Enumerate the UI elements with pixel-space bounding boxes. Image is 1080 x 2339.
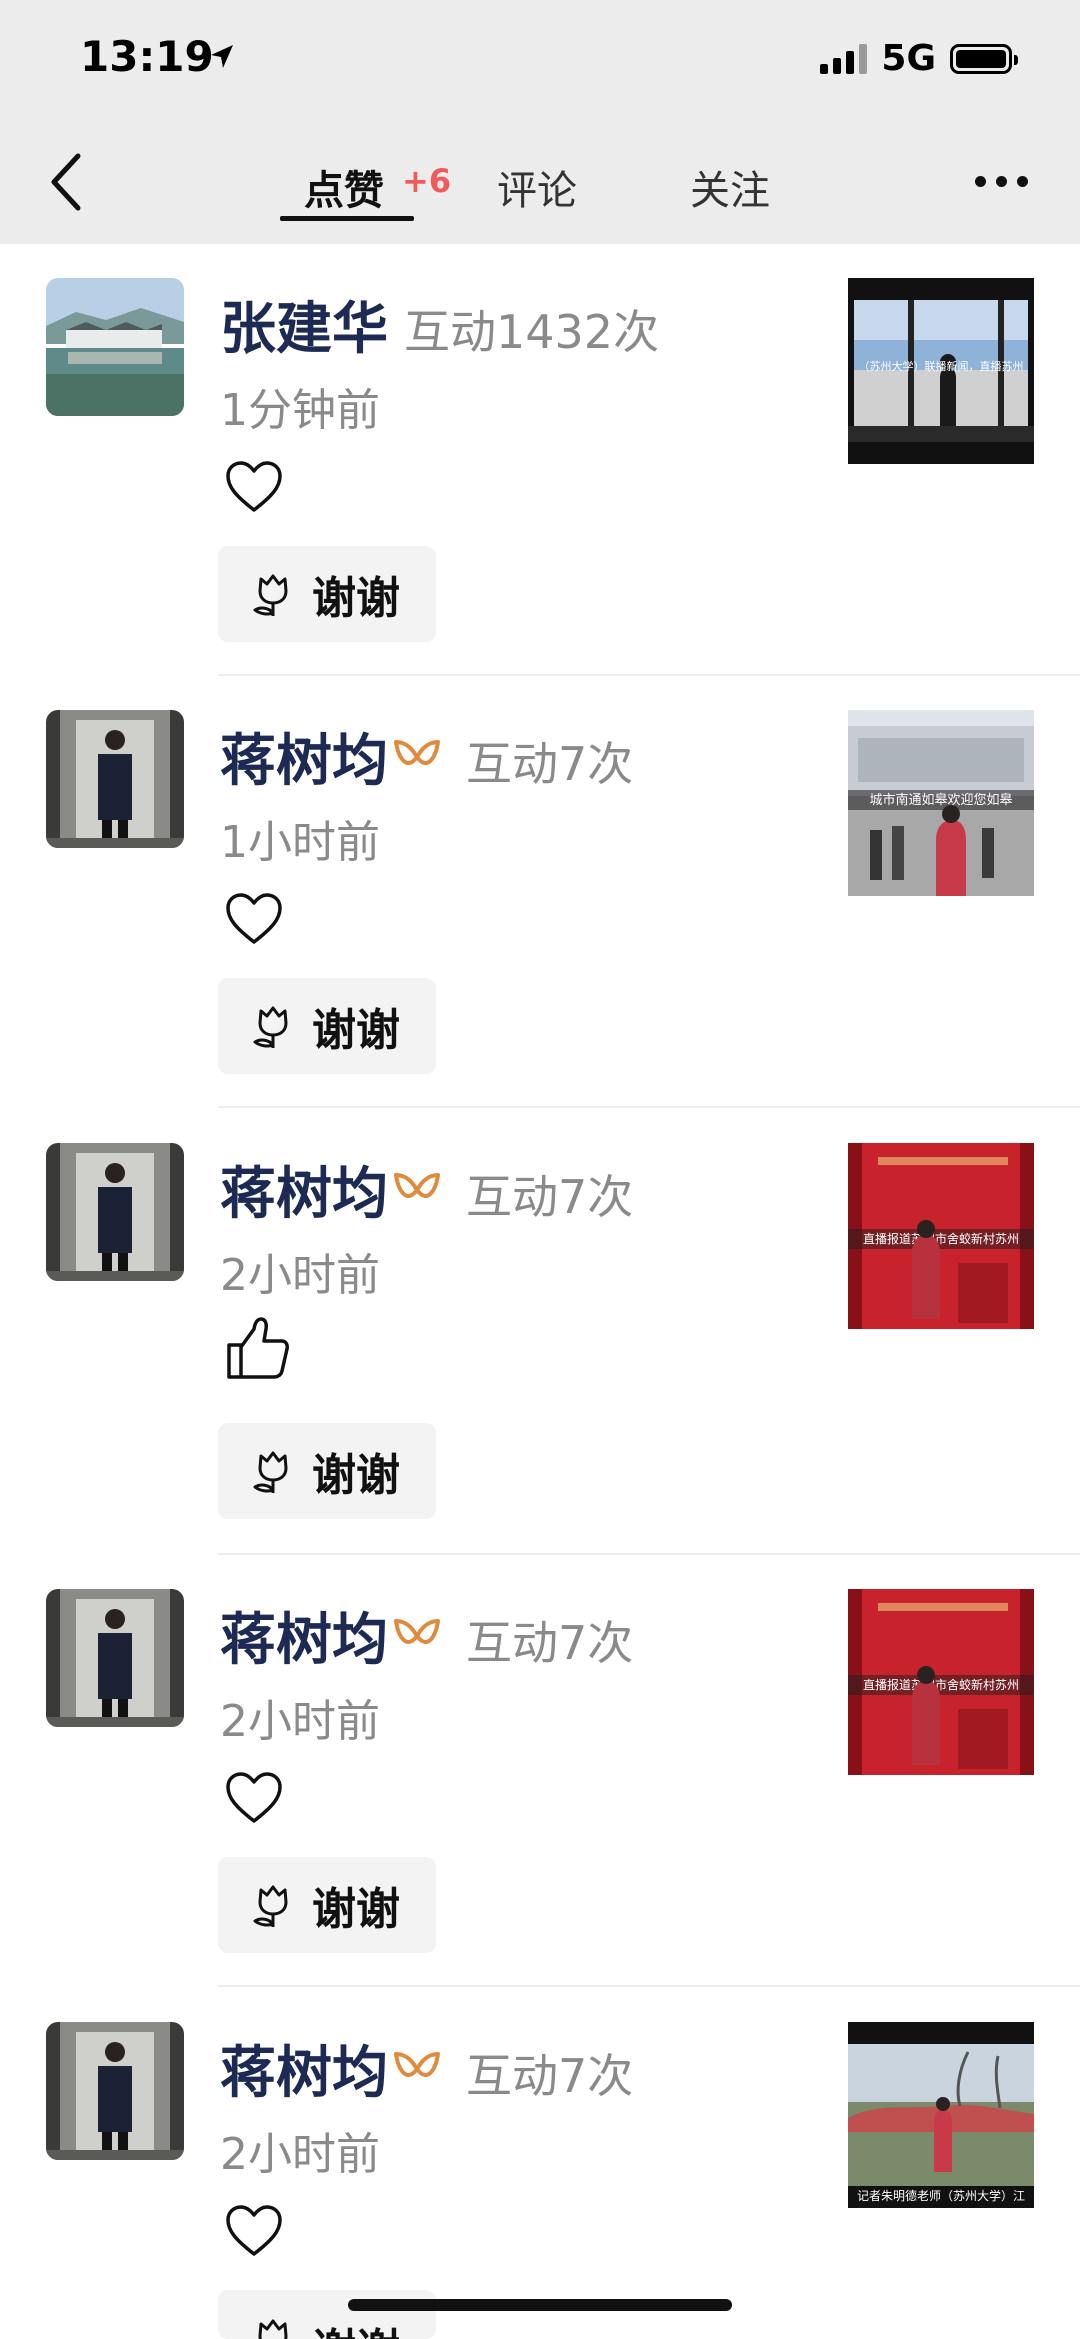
thanks-label: 谢谢 — [312, 1005, 400, 1056]
thanks-label: 谢谢 — [312, 1884, 400, 1935]
thumb-caption: 直播报道苏州市舍蛟新村苏州 — [863, 1677, 1019, 1692]
divider — [218, 1985, 1080, 1987]
flower-icon — [248, 569, 298, 619]
thanks-button[interactable]: 谢谢 — [218, 1423, 436, 1519]
interaction-count: 互动7次 — [466, 1616, 634, 1670]
flower-icon — [248, 2314, 298, 2339]
divider — [218, 1106, 1080, 1108]
thanks-label: 谢谢 — [312, 1450, 400, 1501]
name-line: 蒋树均 互动7次 — [220, 716, 633, 797]
tab-comments[interactable]: 评论 — [497, 158, 577, 216]
more-icon[interactable] — [975, 176, 1028, 187]
flower-icon — [248, 1446, 298, 1496]
vip-badge-icon — [392, 2048, 442, 2090]
heart-icon — [224, 1771, 284, 1825]
thumbs-up-icon — [224, 1315, 290, 1381]
avatar[interactable] — [46, 1589, 184, 1727]
video-thumbnail[interactable]: 直播报道苏州市舍蛟新村苏州 — [848, 1143, 1034, 1329]
user-name[interactable]: 蒋树均 — [220, 1149, 388, 1230]
timestamp: 2小时前 — [220, 1250, 380, 1301]
tab-follows[interactable]: 关注 — [690, 158, 770, 216]
heart-icon — [224, 892, 284, 946]
battery-icon — [950, 43, 1018, 74]
top-bar: 13:19 5G 点赞 +6 评论 关注 — [0, 0, 1080, 244]
interaction-count: 互动7次 — [466, 2049, 634, 2103]
thanks-label: 谢谢 — [312, 2314, 400, 2339]
thumb-caption: 城市南通如皋欢迎您如皋 — [869, 792, 1012, 808]
timestamp: 2小时前 — [220, 2129, 380, 2180]
thanks-label: 谢谢 — [312, 573, 400, 624]
video-thumbnail[interactable]: 记者朱明德老师（苏州大学）江 — [848, 2022, 1034, 2208]
avatar[interactable] — [46, 1143, 184, 1281]
user-name[interactable]: 蒋树均 — [220, 2028, 388, 2109]
user-name[interactable]: 蒋树均 — [220, 1595, 388, 1676]
avatar[interactable] — [46, 278, 184, 416]
timestamp: 1小时前 — [220, 817, 380, 868]
heart-icon — [224, 2204, 284, 2258]
location-arrow-icon — [211, 45, 233, 68]
thanks-button[interactable]: 谢谢 — [218, 2290, 436, 2339]
video-thumbnail[interactable]: （苏州大学）联播新闻，直播苏州 — [848, 278, 1034, 464]
thumb-caption: 记者朱明德老师（苏州大学）江 — [857, 2188, 1025, 2203]
thanks-button[interactable]: 谢谢 — [218, 546, 436, 642]
signal-icon — [820, 43, 868, 74]
likes-badge: +6 — [402, 162, 452, 200]
thumb-caption: （苏州大学）联播新闻，直播苏州 — [859, 359, 1024, 373]
name-line: 张建华 互动1432次 — [220, 284, 659, 365]
home-indicator[interactable] — [348, 2299, 732, 2311]
avatar[interactable] — [46, 710, 184, 848]
interaction-count: 互动7次 — [466, 1170, 634, 1224]
interaction-count: 互动7次 — [466, 737, 634, 791]
tab-likes[interactable]: 点赞 — [304, 158, 384, 216]
name-line: 蒋树均 互动7次 — [220, 1595, 633, 1676]
thanks-button[interactable]: 谢谢 — [218, 1857, 436, 1953]
vip-badge-icon — [392, 1169, 442, 1211]
timestamp: 1分钟前 — [220, 385, 380, 436]
divider — [218, 674, 1080, 676]
video-thumbnail[interactable]: 直播报道苏州市舍蛟新村苏州 — [848, 1589, 1034, 1775]
thumb-caption: 直播报道苏州市舍蛟新村苏州 — [863, 1231, 1019, 1246]
status-time: 13:19 — [80, 32, 214, 81]
active-tab-indicator — [280, 216, 414, 221]
video-thumbnail[interactable]: 城市南通如皋欢迎您如皋 — [848, 710, 1034, 896]
nav-bar: 点赞 +6 评论 关注 — [0, 140, 1080, 244]
interaction-count: 互动1432次 — [404, 305, 660, 359]
network-label: 5G — [881, 38, 936, 79]
user-name[interactable]: 张建华 — [220, 284, 388, 365]
timestamp: 2小时前 — [220, 1696, 380, 1747]
thanks-button[interactable]: 谢谢 — [218, 978, 436, 1074]
flower-icon — [248, 1880, 298, 1930]
heart-icon — [224, 460, 284, 514]
avatar[interactable] — [46, 2022, 184, 2160]
divider — [218, 1553, 1080, 1555]
name-line: 蒋树均 互动7次 — [220, 1149, 633, 1230]
flower-icon — [248, 1001, 298, 1051]
vip-badge-icon — [392, 736, 442, 778]
status-icons: 5G — [820, 38, 1018, 79]
user-name[interactable]: 蒋树均 — [220, 716, 388, 797]
back-chevron-icon[interactable] — [44, 150, 88, 214]
vip-badge-icon — [392, 1615, 442, 1657]
name-line: 蒋树均 互动7次 — [220, 2028, 633, 2109]
